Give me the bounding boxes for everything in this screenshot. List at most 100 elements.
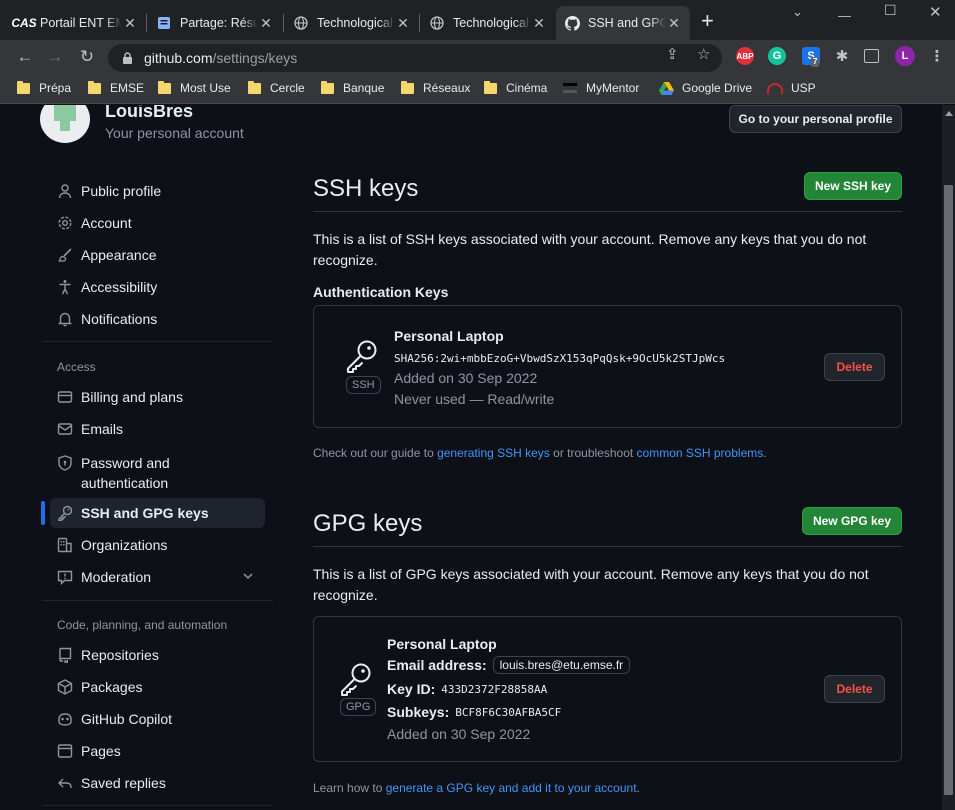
chevron-down-icon[interactable]: [242, 569, 254, 585]
sidebar-item-appearance[interactable]: Appearance: [50, 240, 265, 270]
scrollbar-thumb[interactable]: [944, 185, 953, 795]
close-icon[interactable]: ✕: [666, 15, 682, 32]
close-icon[interactable]: ✕: [258, 15, 274, 32]
sidebar-item-label: Public profile: [81, 183, 162, 199]
bookmark-emse[interactable]: EMSE: [88, 80, 144, 95]
sidebar-item-repositories[interactable]: Repositories: [50, 640, 265, 670]
sidebar-item-pages[interactable]: Pages: [50, 736, 265, 766]
scroll-up-icon[interactable]: [945, 111, 953, 116]
copilot-icon: [57, 711, 73, 727]
bookmark-prepa[interactable]: Prépa: [17, 80, 71, 95]
sidebar-item-accessibility[interactable]: Accessibility: [50, 272, 265, 302]
maximize-icon[interactable]: ☐: [884, 2, 897, 19]
tab-technological-1[interactable]: Technological ✕: [285, 6, 419, 40]
bookmark-reseaux[interactable]: Réseaux: [401, 80, 470, 95]
bookmark-most-use[interactable]: Most Use: [158, 80, 231, 95]
close-icon[interactable]: ✕: [395, 15, 411, 32]
gpg-keyid-row: Key ID: 433D2372F28858AA: [387, 681, 547, 697]
sidebar-item-moderation[interactable]: Moderation: [50, 562, 265, 592]
sidebar-item-public-profile[interactable]: Public profile: [50, 176, 265, 206]
new-ssh-key-button[interactable]: New SSH key: [804, 172, 902, 200]
avatar[interactable]: [40, 105, 90, 143]
sidebar-item-emails[interactable]: Emails: [50, 414, 265, 444]
ssh-badge: SSH: [346, 376, 381, 394]
gpg-email-label: Email address:: [387, 657, 487, 673]
sidebar-item-github-copilot[interactable]: GitHub Copilot: [50, 704, 265, 734]
share-icon[interactable]: ⇪: [666, 45, 679, 63]
username[interactable]: LouisBres: [105, 105, 193, 122]
browser-icon: [57, 743, 73, 759]
sidebar-item-account[interactable]: Account: [50, 208, 265, 238]
gear-icon: [57, 215, 73, 231]
tab-separator: [419, 14, 420, 32]
shield-lock-icon: [57, 455, 73, 471]
close-icon[interactable]: ✕: [122, 15, 138, 32]
globe-icon: [429, 15, 445, 31]
organization-icon: [57, 537, 73, 553]
bookmark-banque[interactable]: Banque: [321, 80, 384, 95]
delete-ssh-key-button[interactable]: Delete: [824, 353, 885, 381]
bookmark-label: Most Use: [180, 81, 231, 95]
bookmark-cinema[interactable]: Cinéma: [484, 80, 548, 95]
package-icon: [57, 679, 73, 695]
sidebar-item-password-authentication[interactable]: Password and authentication: [50, 451, 265, 491]
back-icon[interactable]: ←: [14, 46, 36, 68]
menu-kebab-icon[interactable]: ⋮: [928, 47, 946, 65]
bookmark-usp[interactable]: USP: [767, 81, 816, 95]
note-text: .: [763, 446, 767, 460]
folder-icon: [484, 80, 497, 94]
bookmark-star-icon[interactable]: ☆: [697, 45, 710, 63]
forward-icon[interactable]: →: [44, 46, 66, 68]
sidebar-item-organizations[interactable]: Organizations: [50, 530, 265, 560]
lock-icon: [122, 52, 134, 64]
gpg-email-row: Email address: louis.bres@etu.emse.fr: [387, 656, 631, 674]
tab-partage[interactable]: Partage: Résumé ✕: [148, 6, 282, 40]
sidebar-item-packages[interactable]: Packages: [50, 672, 265, 702]
tab-title: Technological: [317, 16, 393, 30]
new-tab-button[interactable]: +: [701, 10, 714, 32]
reload-icon[interactable]: ↻: [76, 46, 98, 68]
folder-icon: [248, 80, 261, 94]
side-panel-icon[interactable]: [864, 49, 879, 63]
credit-card-icon: [57, 389, 73, 405]
gpg-key-card: GPG Personal Laptop Email address: louis…: [313, 616, 902, 762]
bookmark-mymentor[interactable]: MyMentor: [563, 81, 639, 95]
sidebar-item-label: Appearance: [81, 247, 157, 263]
sidebar-item-label: Repositories: [81, 647, 159, 663]
sidebar-item-notifications[interactable]: Notifications: [50, 304, 265, 334]
generating-ssh-keys-link[interactable]: generating SSH keys: [437, 446, 550, 460]
generate-gpg-key-link[interactable]: generate a GPG key and add it to your ac…: [386, 781, 637, 795]
sidebar-item-saved-replies[interactable]: Saved replies: [50, 768, 265, 798]
chevron-down-icon[interactable]: ⌄: [792, 4, 803, 20]
bookmark-google-drive[interactable]: Google Drive: [659, 81, 752, 95]
folder-icon: [88, 80, 101, 94]
extension-s-icon[interactable]: S 7: [802, 47, 820, 67]
profile-avatar[interactable]: L: [895, 46, 915, 66]
sidebar-item-label: Accessibility: [81, 279, 158, 295]
bookmark-label: Cinéma: [506, 81, 548, 95]
grammarly-icon[interactable]: G: [768, 47, 786, 65]
minimize-icon[interactable]: —: [838, 8, 851, 23]
adblock-plus-icon[interactable]: ABP: [736, 47, 754, 65]
extensions-puzzle-icon[interactable]: ✱: [833, 47, 851, 65]
gpg-keys-title: GPG keys: [313, 510, 423, 537]
go-to-profile-button[interactable]: Go to your personal profile: [729, 105, 902, 133]
note-text: Learn how to: [313, 781, 386, 795]
page-scrollbar[interactable]: [942, 105, 955, 810]
sidebar-item-billing[interactable]: Billing and plans: [50, 382, 265, 412]
tab-ssh-gpg-keys[interactable]: SSH and GPG keys ✕: [556, 6, 690, 40]
tab-technological-2[interactable]: Technological ✕: [421, 6, 555, 40]
common-ssh-problems-link[interactable]: common SSH problems: [637, 446, 764, 460]
address-bar[interactable]: github.com/settings/keys: [108, 44, 722, 72]
bookmark-cercle[interactable]: Cercle: [248, 80, 305, 95]
delete-gpg-key-button[interactable]: Delete: [824, 675, 885, 703]
github-icon: [564, 15, 580, 31]
tab-portail-ent[interactable]: CAS Portail ENT EMSE ✕: [8, 6, 146, 40]
new-gpg-key-button[interactable]: New GPG key: [802, 507, 902, 535]
close-icon[interactable]: ✕: [531, 15, 547, 32]
window-close-icon[interactable]: ✕: [929, 3, 942, 21]
sidebar-item-ssh-gpg-keys[interactable]: SSH and GPG keys: [50, 498, 265, 528]
document-icon: [156, 15, 172, 31]
bookmark-label: Google Drive: [682, 81, 753, 95]
bookmarks-bar: Prépa EMSE Most Use Cercle Banque Réseau…: [0, 74, 955, 104]
